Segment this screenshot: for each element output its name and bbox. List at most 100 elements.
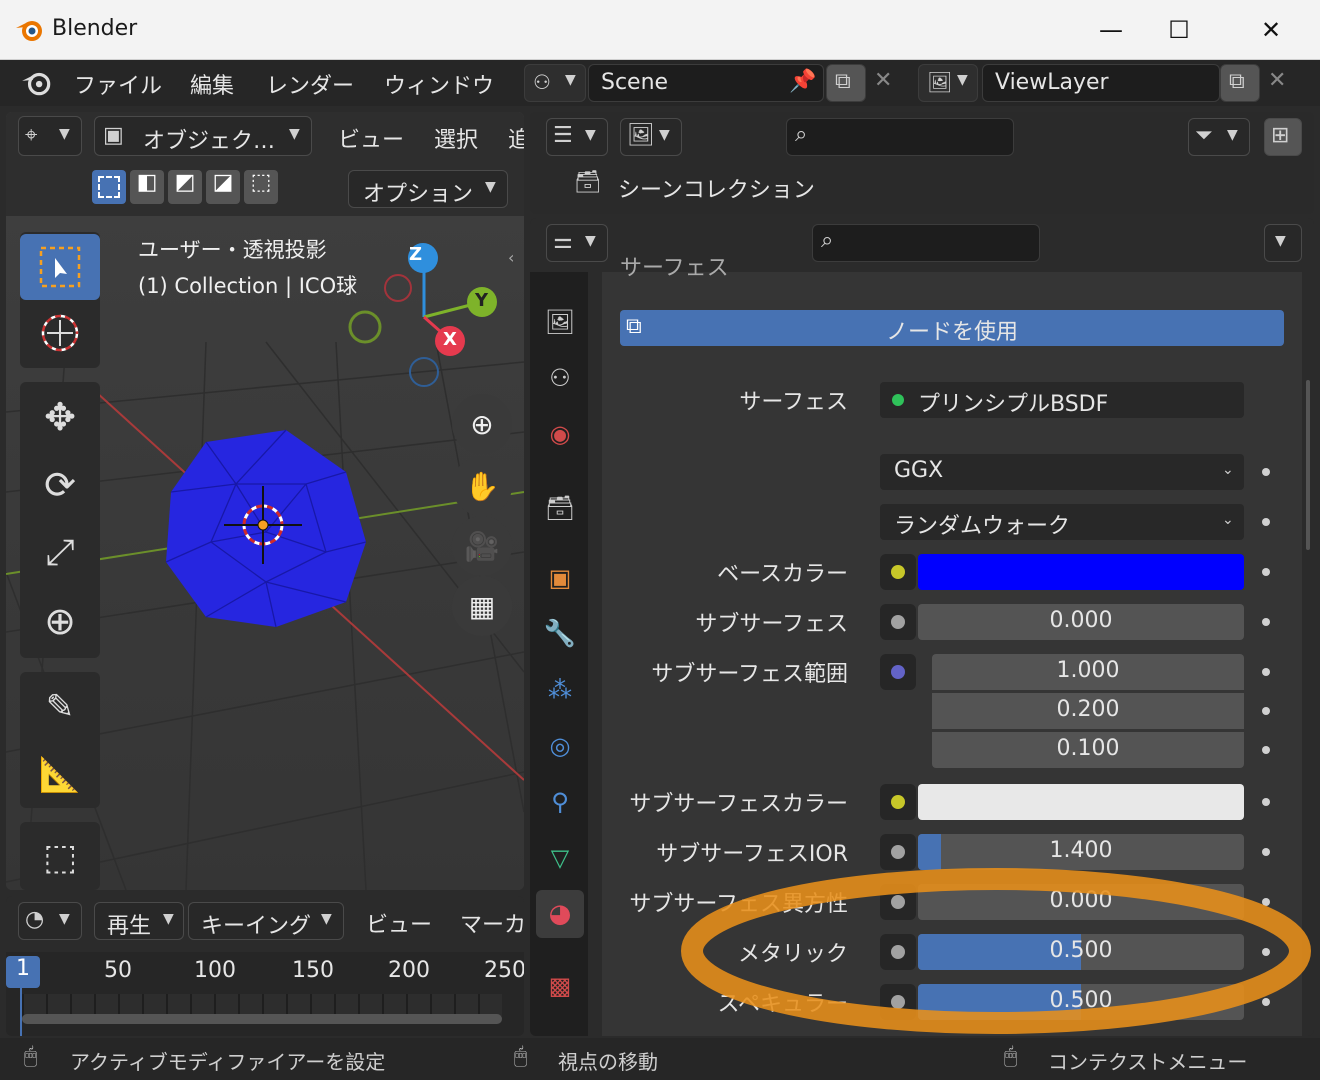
subsurface-color-socket[interactable] <box>880 784 916 820</box>
keyframe-dot[interactable] <box>1262 707 1270 715</box>
tool-add-cube[interactable]: ⬚ <box>20 824 100 890</box>
properties-search-input[interactable]: ⌕ <box>812 224 1040 262</box>
new-scene-button[interactable]: ⧉ <box>826 64 866 102</box>
tab-physics[interactable]: ◎ <box>536 722 584 770</box>
zoom-button[interactable]: ⊕ <box>452 394 512 454</box>
menu-add[interactable]: 追 <box>508 122 524 154</box>
properties-scrollbar[interactable] <box>1306 380 1310 550</box>
menu-render[interactable]: レンダー <box>266 68 354 100</box>
specular-socket[interactable] <box>880 984 916 1020</box>
keyframe-dot[interactable] <box>1262 746 1270 754</box>
use-nodes-button[interactable]: ⧉ ノードを使用 <box>620 310 1284 346</box>
menu-select[interactable]: 選択 <box>434 122 478 154</box>
timeline[interactable]: ◔ ▼ 再生 ▼ キーイング ▼ ビュー マーカ 1 50 100 150 20… <box>6 896 524 1036</box>
tool-transform[interactable]: ⊕ <box>20 588 100 654</box>
pan-button[interactable]: ✋ <box>452 456 512 516</box>
tab-material[interactable]: ◕ <box>536 890 584 938</box>
mode-dropdown[interactable]: ▣ オブジェク… ▼ <box>94 116 312 156</box>
tab-render[interactable]: 🖼 <box>536 298 584 346</box>
playback-dropdown[interactable]: 再生 ▼ <box>94 902 184 940</box>
distribution-dropdown[interactable]: GGX ⌄ <box>880 454 1244 490</box>
outliner-search-input[interactable]: ⌕ <box>786 118 1014 156</box>
timeline-editor-type-button[interactable]: ◔ ▼ <box>18 902 82 940</box>
close-button[interactable]: ✕ <box>1246 10 1296 50</box>
scene-collection-label[interactable]: シーンコレクション <box>618 172 815 204</box>
metallic-slider[interactable]: 0.500 <box>918 934 1244 970</box>
keyframe-dot[interactable] <box>1262 618 1270 626</box>
properties-editor[interactable]: ⚌ ▼ ⌕ ▼ 🖼 ⚇ ◉ 🗃 ▣ 🔧 ⁂ ◎ ⚲ ▽ ◕ ▩ サーフェス ⧉ … <box>530 218 1314 1036</box>
select-subtract-button[interactable]: ◩ <box>168 170 202 204</box>
gizmo-x-label[interactable]: X <box>443 329 457 350</box>
base-color-swatch[interactable] <box>918 554 1244 590</box>
tab-particles[interactable]: ⁂ <box>536 666 584 714</box>
delete-viewlayer-icon[interactable]: ✕ <box>1268 68 1286 93</box>
keyframe-dot[interactable] <box>1262 518 1270 526</box>
properties-options-button[interactable]: ▼ <box>1264 224 1302 262</box>
blender-menu-icon[interactable] <box>20 68 54 98</box>
subsurface-ior-slider[interactable]: 1.400 <box>918 834 1244 870</box>
pin-icon[interactable]: 📌 <box>789 69 816 94</box>
new-viewlayer-button[interactable]: ⧉ <box>1220 64 1260 102</box>
sidebar-toggle-icon[interactable]: ‹ <box>508 248 514 267</box>
menu-edit[interactable]: 編集 <box>190 68 234 100</box>
tool-move[interactable]: ✥ <box>20 384 100 450</box>
subsurface-color-swatch[interactable] <box>918 784 1244 820</box>
specular-slider[interactable]: 0.500 <box>918 984 1244 1020</box>
tool-annotate[interactable]: ✎ <box>20 674 100 740</box>
base-color-socket[interactable] <box>880 554 916 590</box>
maximize-button[interactable]: ☐ <box>1154 10 1204 50</box>
gizmo-z-label[interactable]: Z <box>409 244 422 265</box>
outliner-editor-type-button[interactable]: ☰ ▼ <box>546 118 608 156</box>
tool-rotate[interactable]: ⟳ <box>20 452 100 518</box>
viewlayer-name-field[interactable]: ViewLayer <box>982 64 1220 102</box>
editor-type-button[interactable]: ⌖ ▼ <box>18 116 82 156</box>
keyframe-dot[interactable] <box>1262 568 1270 576</box>
tab-data[interactable]: ▽ <box>536 834 584 882</box>
select-extend-button[interactable]: ◧ <box>130 170 164 204</box>
minimize-button[interactable]: — <box>1086 10 1136 50</box>
subsurface-radius-socket[interactable] <box>880 654 916 690</box>
subsurface-radius-y[interactable]: 0.200 <box>932 693 1244 729</box>
keyframe-dot[interactable] <box>1262 798 1270 806</box>
tab-object[interactable]: ▣ <box>536 554 584 602</box>
perspective-button[interactable]: ▦ <box>452 576 512 636</box>
subsurface-aniso-socket[interactable] <box>880 884 916 920</box>
tab-world[interactable]: ◉ <box>536 410 584 458</box>
filter-button[interactable]: ⏷ ▼ <box>1188 118 1250 156</box>
current-frame-indicator[interactable]: 1 <box>6 956 40 988</box>
menu-window[interactable]: ウィンドウ <box>384 68 494 100</box>
metallic-socket[interactable] <box>880 934 916 970</box>
subsurface-slider[interactable]: 0.000 <box>918 604 1244 640</box>
tab-modifiers[interactable]: 🔧 <box>536 610 584 658</box>
outliner[interactable]: ☰ ▼ 🖼 ▼ ⌕ ⏷ ▼ ⊞ 🗃 シーンコレクション <box>530 112 1314 214</box>
timeline-menu-view[interactable]: ビュー <box>366 907 432 939</box>
select-new-button[interactable] <box>92 170 126 204</box>
keyframe-dot[interactable] <box>1262 898 1270 906</box>
select-intersect-button[interactable]: ⬚ <box>244 170 278 204</box>
tool-select-box[interactable] <box>20 234 100 300</box>
subsurface-socket[interactable] <box>880 604 916 640</box>
camera-button[interactable]: 🎥 <box>452 516 512 576</box>
tool-scale[interactable]: ⤢ <box>20 520 100 586</box>
delete-scene-icon[interactable]: ✕ <box>874 68 892 93</box>
keyframe-dot[interactable] <box>1262 848 1270 856</box>
subsurface-method-dropdown[interactable]: ランダムウォーク ⌄ <box>880 504 1244 540</box>
viewlayer-selector-button[interactable]: 🖼 ▼ <box>918 64 978 102</box>
tab-collection[interactable]: 🗃 <box>536 484 584 532</box>
scene-selector-button[interactable]: ⚇ ▼ <box>524 64 586 102</box>
surface-section-header[interactable]: サーフェス <box>620 250 729 282</box>
tool-cursor[interactable] <box>20 300 100 366</box>
tab-texture[interactable]: ▩ <box>536 962 584 1010</box>
tab-constraints[interactable]: ⚲ <box>536 778 584 826</box>
keyframe-dot[interactable] <box>1262 468 1270 476</box>
subsurface-radius-x[interactable]: 1.000 <box>932 654 1244 690</box>
tab-scene[interactable]: ⚇ <box>536 354 584 402</box>
timeline-scrollbar[interactable] <box>22 1014 502 1024</box>
timeline-menu-marker[interactable]: マーカ <box>460 907 524 939</box>
menu-view[interactable]: ビュー <box>338 122 404 154</box>
surface-shader-field[interactable]: プリンシプルBSDF <box>880 382 1244 418</box>
keyframe-dot[interactable] <box>1262 668 1270 676</box>
tool-measure[interactable]: 📐 <box>20 742 100 808</box>
menu-file[interactable]: ファイル <box>74 68 162 100</box>
subsurface-ior-socket[interactable] <box>880 834 916 870</box>
